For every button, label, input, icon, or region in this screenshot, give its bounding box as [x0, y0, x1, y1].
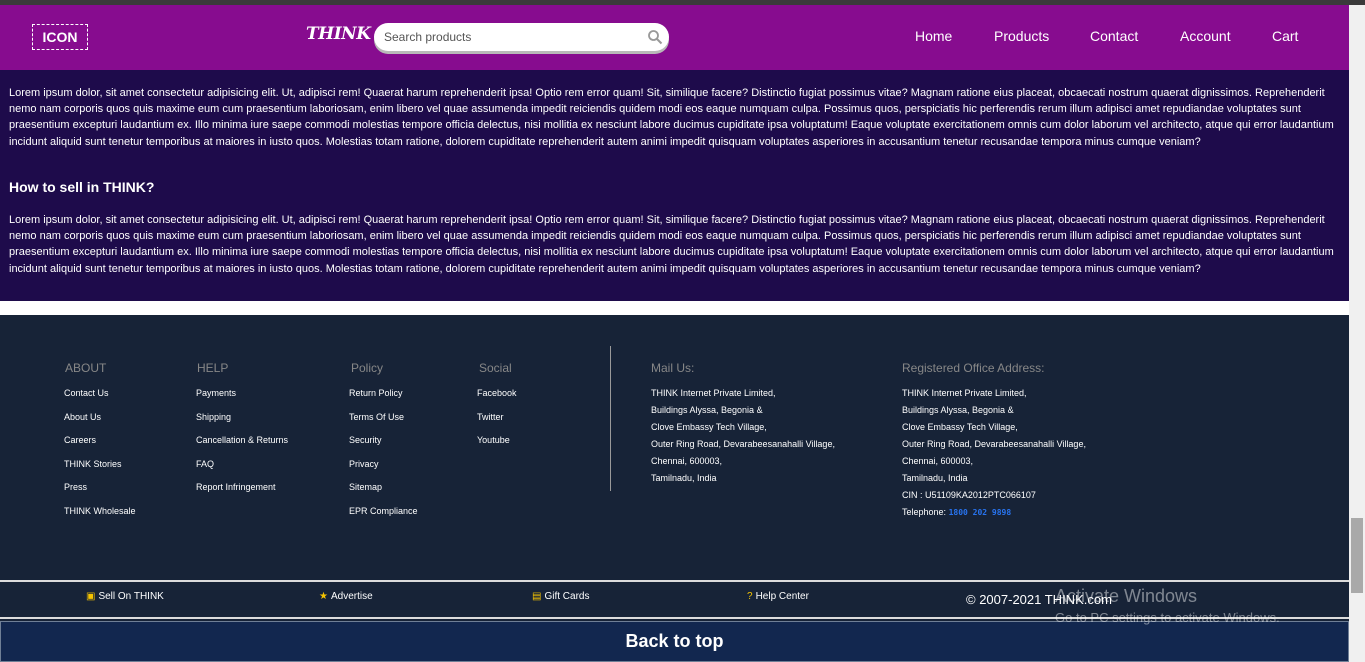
brand-logo[interactable]: THINK — [306, 24, 371, 44]
footer-link-stories[interactable]: THINK Stories — [64, 459, 122, 469]
advertise-link[interactable]: ★ Advertise — [319, 591, 373, 602]
office-cin: CIN : U51109KA2012PTC066107 — [902, 490, 1036, 500]
back-to-top-button[interactable]: Back to top — [0, 621, 1349, 662]
mail-us-title: Mail Us: — [651, 361, 695, 375]
watermark-title: Activate Windows — [1055, 586, 1198, 606]
footer-link-contact-us[interactable]: Contact Us — [64, 388, 109, 398]
nav-contact[interactable]: Contact — [1090, 28, 1138, 44]
sell-on-think-label: Sell On THINK — [98, 591, 164, 602]
footer-link-sitemap[interactable]: Sitemap — [349, 482, 382, 492]
footer-link-cancellation[interactable]: Cancellation & Returns — [196, 435, 288, 445]
watermark-subtitle: Go to PC settings to activate Windows. — [1055, 610, 1280, 625]
office-line: Buildings Alyssa, Begonia & — [902, 405, 1014, 415]
mail-line: Tamilnadu, India — [651, 473, 717, 483]
mail-address: THINK Internet Private Limited, Building… — [651, 385, 835, 487]
nav-home[interactable]: Home — [915, 28, 952, 44]
footer-link-faq[interactable]: FAQ — [196, 459, 214, 469]
footer-link-careers[interactable]: Careers — [64, 435, 96, 445]
footer-link-epr[interactable]: EPR Compliance — [349, 506, 418, 516]
help-center-link[interactable]: ? Help Center — [747, 591, 809, 602]
sell-paragraph: Lorem ipsum dolor, sit amet consectetur … — [9, 214, 1334, 275]
help-center-label: Help Center — [755, 591, 809, 602]
logo-placeholder[interactable]: ICON — [32, 24, 88, 50]
activate-windows-watermark: Activate Windows Go to PC settings to ac… — [1055, 586, 1280, 625]
mail-line: Clove Embassy Tech Village, — [651, 422, 767, 432]
question-icon: ? — [747, 591, 753, 602]
footer-link-payments[interactable]: Payments — [196, 388, 236, 398]
telephone-link[interactable]: 1800 202 9898 — [949, 508, 1012, 517]
footer-policy-title: Policy — [351, 361, 384, 375]
office-title: Registered Office Address: — [902, 361, 1045, 375]
footer-link-wholesale[interactable]: THINK Wholesale — [64, 506, 136, 516]
footer-divider — [610, 346, 611, 491]
footer-link-return-policy[interactable]: Return Policy — [349, 388, 403, 398]
office-line: Chennai, 600003, — [902, 456, 974, 466]
sell-on-think-link[interactable]: ▣ Sell On THINK — [86, 591, 164, 602]
footer-link-security[interactable]: Security — [349, 435, 382, 445]
office-line: THINK Internet Private Limited, — [902, 388, 1027, 398]
footer-link-about-us[interactable]: About Us — [64, 412, 101, 422]
mail-line: Outer Ring Road, Devarabeesanahalli Vill… — [651, 439, 835, 449]
footer-link-youtube[interactable]: Youtube — [477, 435, 510, 445]
gift-cards-link[interactable]: ▤ Gift Cards — [532, 591, 589, 602]
mail-line: THINK Internet Private Limited, — [651, 388, 776, 398]
section-heading: How to sell in THINK? — [9, 179, 155, 195]
gift-cards-label: Gift Cards — [544, 591, 590, 602]
office-line: Tamilnadu, India — [902, 473, 968, 483]
nav-cart[interactable]: Cart — [1272, 28, 1298, 44]
office-address: THINK Internet Private Limited, Building… — [902, 385, 1086, 521]
office-line: Clove Embassy Tech Village, — [902, 422, 1018, 432]
content-section: Lorem ipsum dolor, sit amet consectetur … — [0, 70, 1349, 301]
advertise-label: Advertise — [330, 591, 373, 602]
footer-about-title: ABOUT — [65, 361, 107, 375]
footer-link-report[interactable]: Report Infringement — [196, 482, 276, 492]
mail-line: Chennai, 600003, — [651, 456, 723, 466]
search-icon[interactable] — [647, 29, 663, 45]
office-line: Outer Ring Road, Devarabeesanahalli Vill… — [902, 439, 1086, 449]
footer-link-facebook[interactable]: Facebook — [477, 388, 517, 398]
footer-link-privacy[interactable]: Privacy — [349, 459, 379, 469]
footer-link-terms[interactable]: Terms Of Use — [349, 412, 404, 422]
nav-account[interactable]: Account — [1180, 28, 1231, 44]
footer-link-press[interactable]: Press — [64, 482, 87, 492]
mail-line: Buildings Alyssa, Begonia & — [651, 405, 763, 415]
telephone-label: Telephone: — [902, 507, 947, 517]
scrollbar-thumb[interactable] — [1351, 518, 1363, 593]
intro-paragraph: Lorem ipsum dolor, sit amet consectetur … — [9, 87, 1334, 148]
search-input[interactable] — [384, 27, 639, 47]
navbar: ICON THINK Home Products Contact Account… — [0, 5, 1349, 70]
briefcase-icon: ▣ — [86, 591, 96, 602]
footer-help-title: HELP — [197, 361, 229, 375]
footer-bottom-rule-top — [0, 580, 1349, 582]
search-bar — [374, 23, 669, 51]
footer-link-twitter[interactable]: Twitter — [477, 412, 504, 422]
nav-products[interactable]: Products — [994, 28, 1049, 44]
office-telephone: Telephone: 1800 202 9898 — [902, 504, 1086, 521]
footer-link-shipping[interactable]: Shipping — [196, 412, 231, 422]
gift-icon: ▤ — [532, 591, 542, 602]
star-icon: ★ — [319, 591, 328, 602]
footer-social-title: Social — [479, 361, 512, 375]
